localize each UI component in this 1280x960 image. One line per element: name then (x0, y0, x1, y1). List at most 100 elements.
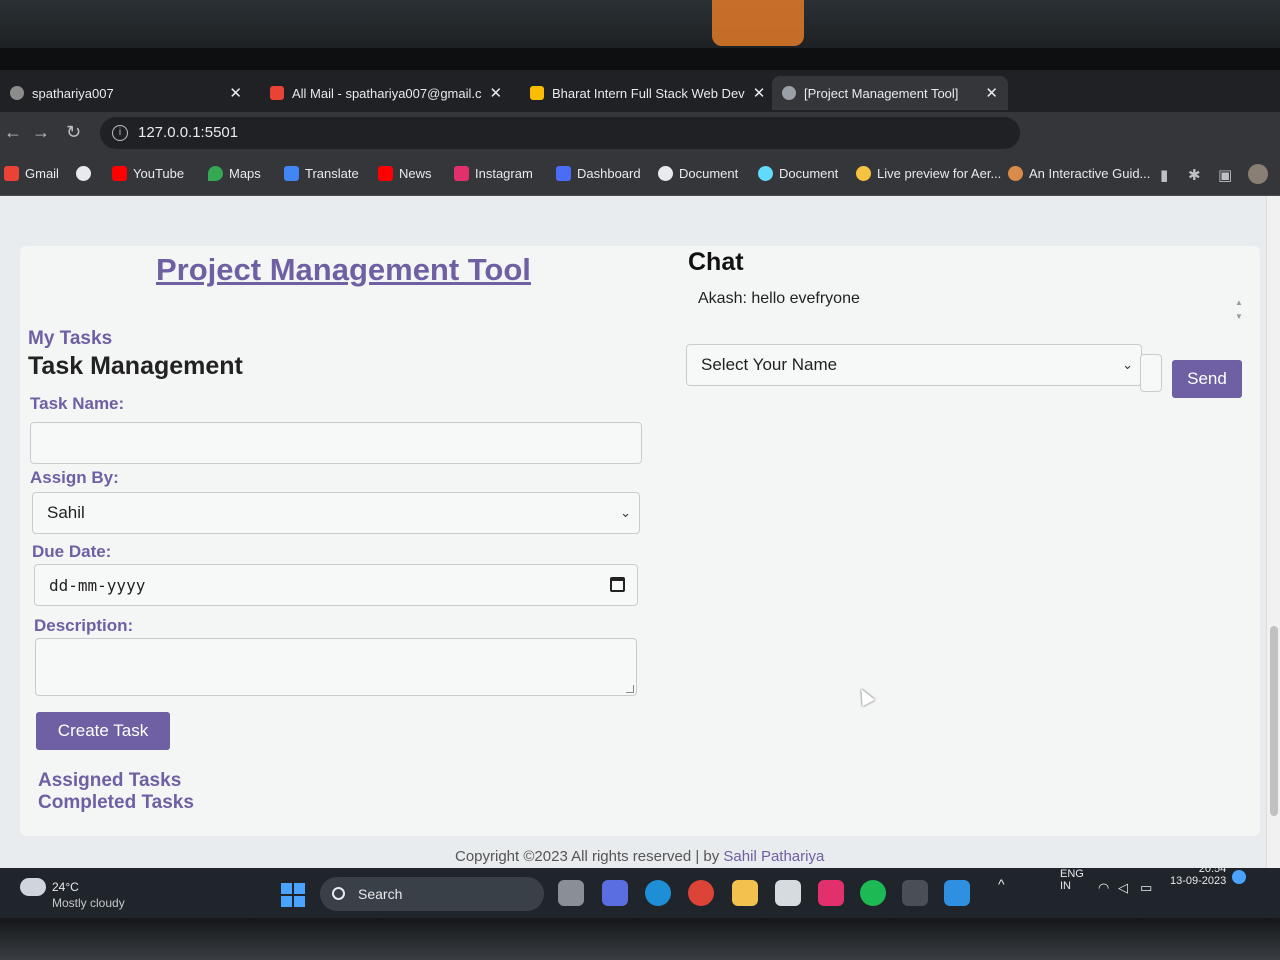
tab-gmail[interactable]: All Mail - spathariya007@gmail.c ✕ (260, 76, 512, 110)
chrome-icon[interactable] (688, 880, 714, 906)
tray-overflow-icon[interactable]: ^ (998, 876, 1005, 892)
chevron-down-icon: ⌄ (620, 505, 631, 520)
weather-temperature[interactable]: 24°C (52, 880, 79, 894)
info-icon (76, 166, 91, 181)
bookmark-dashboard[interactable]: Dashboard (556, 166, 641, 181)
chat-message-input[interactable] (1140, 354, 1162, 392)
notification-icon[interactable] (1232, 870, 1246, 884)
chat-scrollbar[interactable]: ▲ ▼ (1232, 296, 1246, 332)
bookmark-news[interactable]: News (378, 166, 432, 181)
store-icon[interactable] (775, 880, 801, 906)
assign-by-label: Assign By: (30, 468, 119, 487)
guide-icon (1008, 166, 1023, 181)
wifi-icon[interactable]: ◠ (1098, 880, 1109, 896)
my-tasks-heading: My Tasks (28, 328, 113, 349)
browser-toolbar: ← → ↻ i 127.0.0.1:5501 (0, 112, 1280, 154)
bookmark-maps[interactable]: Maps (208, 166, 261, 181)
reload-icon[interactable]: ↻ (66, 122, 81, 143)
tab-bar: spathariya007 ✕ All Mail - spathariya007… (0, 70, 1280, 112)
laptop-bezel-bottom (0, 918, 1280, 960)
bookmark-instagram[interactable]: Instagram (454, 166, 533, 181)
name-select[interactable]: Select Your Name ⌄ (686, 344, 1142, 386)
windows-start-icon[interactable] (281, 883, 305, 907)
task-management-heading: Task Management (28, 352, 243, 380)
bookmark-translate[interactable]: Translate (284, 166, 359, 181)
language-indicator[interactable]: ENG IN (1060, 868, 1084, 892)
extension-icon[interactable]: ▮ (1160, 166, 1168, 184)
terminal-icon[interactable] (902, 880, 928, 906)
bookmark-info[interactable] (76, 166, 91, 181)
bookmark-label: YouTube (133, 166, 185, 181)
due-date-label: Due Date: (32, 542, 112, 561)
profile-avatar[interactable] (1248, 164, 1268, 184)
footer-author-link[interactable]: Sahil Pathariya (723, 848, 824, 865)
search-label: Search (358, 886, 403, 902)
create-task-button[interactable]: Create Task (36, 712, 170, 750)
edge-icon[interactable] (645, 880, 671, 906)
spotify-icon[interactable] (860, 880, 886, 906)
calendar-icon[interactable] (610, 577, 625, 592)
gmail-icon (270, 86, 284, 100)
cloud-icon[interactable] (20, 878, 46, 896)
search-icon (332, 887, 345, 900)
clock[interactable]: 20:54 13-09-2023 (1170, 863, 1226, 887)
globe-icon (782, 86, 796, 100)
file-explorer-icon[interactable] (732, 880, 758, 906)
aer-icon (856, 166, 871, 181)
bookmark-document-react[interactable]: Document (758, 166, 838, 181)
bookmark-interactive-guide[interactable]: An Interactive Guid... (1008, 166, 1150, 181)
send-button[interactable]: Send (1172, 360, 1242, 398)
description-textarea[interactable] (35, 638, 637, 696)
maps-icon (208, 166, 223, 181)
taskbar-search[interactable]: Search (320, 877, 544, 911)
page-viewport: Project Management Tool My Tasks Task Ma… (0, 196, 1280, 868)
close-icon[interactable]: ✕ (490, 84, 503, 102)
battery-icon[interactable]: ▭ (1140, 880, 1152, 896)
bookmark-label: Document (779, 166, 839, 181)
assign-by-select[interactable]: Sahil ⌄ (32, 492, 640, 534)
bookmark-document[interactable]: Document (658, 166, 738, 181)
task-view-icon[interactable] (558, 880, 584, 906)
youtube-icon (112, 166, 127, 181)
puzzle-icon[interactable]: ✱ (1188, 166, 1201, 184)
main-container (20, 246, 1260, 836)
address-bar[interactable]: i 127.0.0.1:5501 (100, 117, 1020, 149)
weather-description[interactable]: Mostly cloudy (52, 896, 125, 910)
completed-tasks-link[interactable]: Completed Tasks (38, 792, 194, 814)
close-icon[interactable]: ✕ (985, 84, 998, 102)
tab-project-management[interactable]: [Project Management Tool] ✕ (772, 76, 1008, 110)
vscode-icon[interactable] (944, 880, 970, 906)
volume-icon[interactable]: ◁ (1118, 880, 1128, 896)
close-icon[interactable]: ✕ (229, 84, 242, 102)
tab-drive[interactable]: Bharat Intern Full Stack Web Dev ✕ (520, 76, 770, 110)
task-name-label: Task Name: (30, 394, 125, 413)
teams-icon[interactable] (602, 880, 628, 906)
sidepanel-icon[interactable]: ▣ (1218, 166, 1232, 184)
gmail-icon (4, 166, 19, 181)
instagram-icon[interactable] (818, 880, 844, 906)
page-scrollbar[interactable] (1266, 196, 1280, 868)
drive-icon (530, 86, 544, 100)
github-icon (10, 86, 24, 100)
due-date-input[interactable]: dd-mm-yyyy (34, 564, 638, 606)
bookmark-gmail[interactable]: Gmail (4, 166, 59, 181)
tab-title: spathariya007 (32, 85, 114, 101)
task-name-input[interactable] (30, 422, 642, 464)
tab-github[interactable]: spathariya007 ✕ (0, 76, 252, 110)
assigned-tasks-link[interactable]: Assigned Tasks (38, 770, 181, 792)
resize-handle-icon[interactable] (626, 685, 634, 693)
close-icon[interactable]: ✕ (753, 84, 766, 102)
tab-title: [Project Management Tool] (804, 85, 959, 101)
name-select-value: Select Your Name (701, 355, 838, 374)
bookmark-label: Translate (305, 166, 359, 181)
scrollbar-thumb[interactable] (1270, 626, 1278, 816)
bookmark-youtube[interactable]: YouTube (112, 166, 184, 181)
page-title[interactable]: Project Management Tool (156, 252, 531, 288)
forward-icon[interactable]: → (32, 122, 50, 143)
back-icon[interactable]: ← (4, 122, 22, 143)
bookmark-live-preview[interactable]: Live preview for Aer... (856, 166, 1001, 181)
taskbar: 24°C Mostly cloudy Search ^ ENG IN ◠ ◁ ▭… (0, 863, 1280, 918)
site-info-icon[interactable]: i (112, 125, 128, 141)
assign-by-value: Sahil (47, 503, 85, 522)
bookmark-label: News (399, 166, 432, 181)
